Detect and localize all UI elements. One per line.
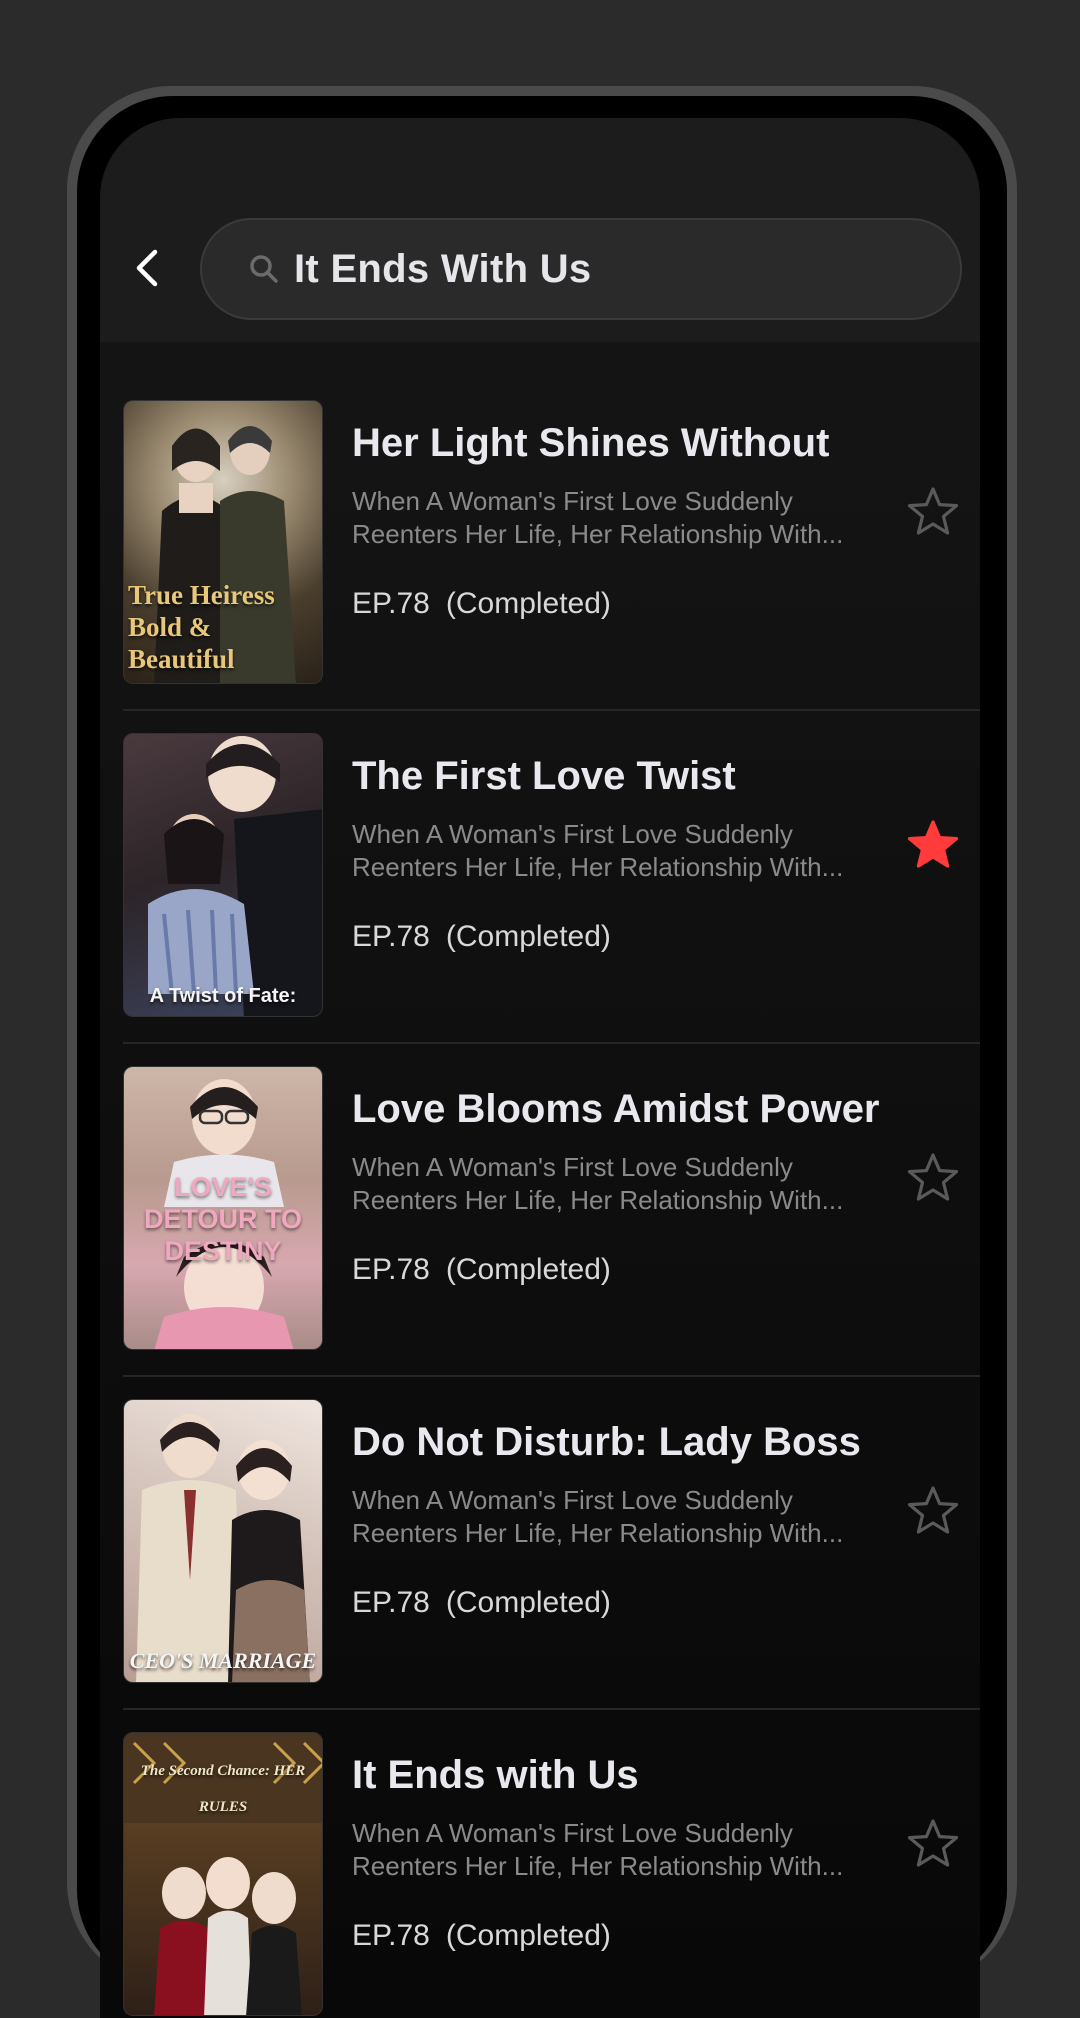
poster-image[interactable]: LOVE'S DETOUR TO DESTINY bbox=[123, 1066, 323, 1350]
description-line: Reenters Her Life, Her Relationship With… bbox=[352, 1851, 844, 1881]
phone-bezel: It Ends With Us True Heiress Bold & Beau… bbox=[77, 96, 1007, 2018]
favorite-button[interactable] bbox=[905, 1484, 961, 1540]
item-description: When A Woman's First Love Suddenly Reent… bbox=[352, 1151, 862, 1217]
episode-count: EP.78 bbox=[352, 1253, 430, 1286]
description-line: Reenters Her Life, Her Relationship With… bbox=[352, 1185, 844, 1215]
favorite-button[interactable] bbox=[905, 1151, 961, 1207]
search-input[interactable]: It Ends With Us bbox=[200, 218, 962, 320]
status-label: (Completed) bbox=[445, 920, 611, 953]
list-item[interactable]: The Second Chance: HER RULES It Ends wit… bbox=[100, 1674, 980, 2016]
poster-title-text: LOVE'S DETOUR TO DESTINY bbox=[143, 1172, 303, 1266]
back-button[interactable] bbox=[120, 241, 174, 295]
description-line: When A Woman's First Love Suddenly bbox=[352, 1152, 793, 1182]
description-line: When A Woman's First Love Suddenly bbox=[352, 1485, 793, 1515]
poster-image[interactable]: CEO'S MARRIAGE bbox=[123, 1399, 323, 1683]
item-description: When A Woman's First Love Suddenly Reent… bbox=[352, 1484, 862, 1550]
poster-image[interactable]: A Twist of Fate: bbox=[123, 733, 323, 1017]
item-title[interactable]: Love Blooms Amidst Power bbox=[352, 1087, 880, 1132]
star-icon bbox=[907, 1153, 959, 1201]
poster-image[interactable]: True Heiress Bold & Beautiful bbox=[123, 400, 323, 684]
star-icon bbox=[907, 1819, 959, 1867]
list-item[interactable]: True Heiress Bold & Beautiful Her Light … bbox=[100, 342, 980, 711]
item-description: When A Woman's First Love Suddenly Reent… bbox=[352, 1817, 862, 1883]
description-line: When A Woman's First Love Suddenly bbox=[352, 819, 793, 849]
episode-info: EP.78 (Completed) bbox=[352, 1253, 611, 1287]
item-description: When A Woman's First Love Suddenly Reent… bbox=[352, 485, 862, 551]
favorite-button[interactable] bbox=[905, 818, 961, 874]
poster-art bbox=[136, 1414, 310, 1682]
episode-info: EP.78 (Completed) bbox=[352, 1919, 611, 1953]
item-title[interactable]: The First Love Twist bbox=[352, 754, 736, 799]
poster-image[interactable]: The Second Chance: HER RULES bbox=[123, 1732, 323, 2016]
episode-count: EP.78 bbox=[352, 1919, 430, 1952]
list-item[interactable]: A Twist of Fate: The First Love Twist Wh… bbox=[100, 675, 980, 1044]
status-label: (Completed) bbox=[445, 1919, 611, 1952]
star-icon bbox=[907, 820, 959, 868]
poster-title-text: CEO'S MARRIAGE bbox=[129, 1648, 317, 1673]
status-label: (Completed) bbox=[445, 1253, 611, 1286]
star-icon bbox=[907, 487, 959, 535]
description-line: When A Woman's First Love Suddenly bbox=[352, 1818, 793, 1848]
poster-title-text: True Heiress Bold & Beautiful bbox=[128, 580, 275, 674]
item-title[interactable]: Do Not Disturb: Lady Boss bbox=[352, 1420, 861, 1465]
episode-count: EP.78 bbox=[352, 1586, 430, 1619]
app-screen: It Ends With Us True Heiress Bold & Beau… bbox=[100, 118, 980, 2018]
favorite-button[interactable] bbox=[905, 1817, 961, 1873]
status-label: (Completed) bbox=[445, 587, 611, 620]
description-line: Reenters Her Life, Her Relationship With… bbox=[352, 852, 844, 882]
episode-count: EP.78 bbox=[352, 920, 430, 953]
search-header: It Ends With Us bbox=[100, 118, 980, 342]
item-title[interactable]: Her Light Shines Without bbox=[352, 421, 829, 466]
item-title[interactable]: It Ends with Us bbox=[352, 1753, 639, 1798]
episode-info: EP.78 (Completed) bbox=[352, 587, 611, 621]
phone-frame: It Ends With Us True Heiress Bold & Beau… bbox=[67, 86, 1017, 2018]
description-line: Reenters Her Life, Her Relationship With… bbox=[352, 1518, 844, 1548]
episode-info: EP.78 (Completed) bbox=[352, 1586, 611, 1620]
search-icon bbox=[248, 253, 280, 285]
description-line: Reenters Her Life, Her Relationship With… bbox=[352, 519, 844, 549]
episode-count: EP.78 bbox=[352, 587, 430, 620]
star-icon bbox=[907, 1486, 959, 1534]
poster-title-text: A Twist of Fate: bbox=[149, 985, 297, 1007]
list-item[interactable]: LOVE'S DETOUR TO DESTINY Love Blooms Ami… bbox=[100, 1008, 980, 1377]
description-line: When A Woman's First Love Suddenly bbox=[352, 486, 793, 516]
poster-title-text: The Second Chance: HER RULES bbox=[140, 1763, 306, 1815]
poster-art bbox=[148, 736, 322, 1016]
item-description: When A Woman's First Love Suddenly Reent… bbox=[352, 818, 862, 884]
status-label: (Completed) bbox=[445, 1586, 611, 1619]
search-query-text[interactable]: It Ends With Us bbox=[294, 247, 591, 292]
episode-info: EP.78 (Completed) bbox=[352, 920, 611, 954]
list-item[interactable]: CEO'S MARRIAGE Do Not Disturb: Lady Boss… bbox=[100, 1341, 980, 1710]
favorite-button[interactable] bbox=[905, 485, 961, 541]
chevron-left-icon bbox=[136, 249, 158, 287]
